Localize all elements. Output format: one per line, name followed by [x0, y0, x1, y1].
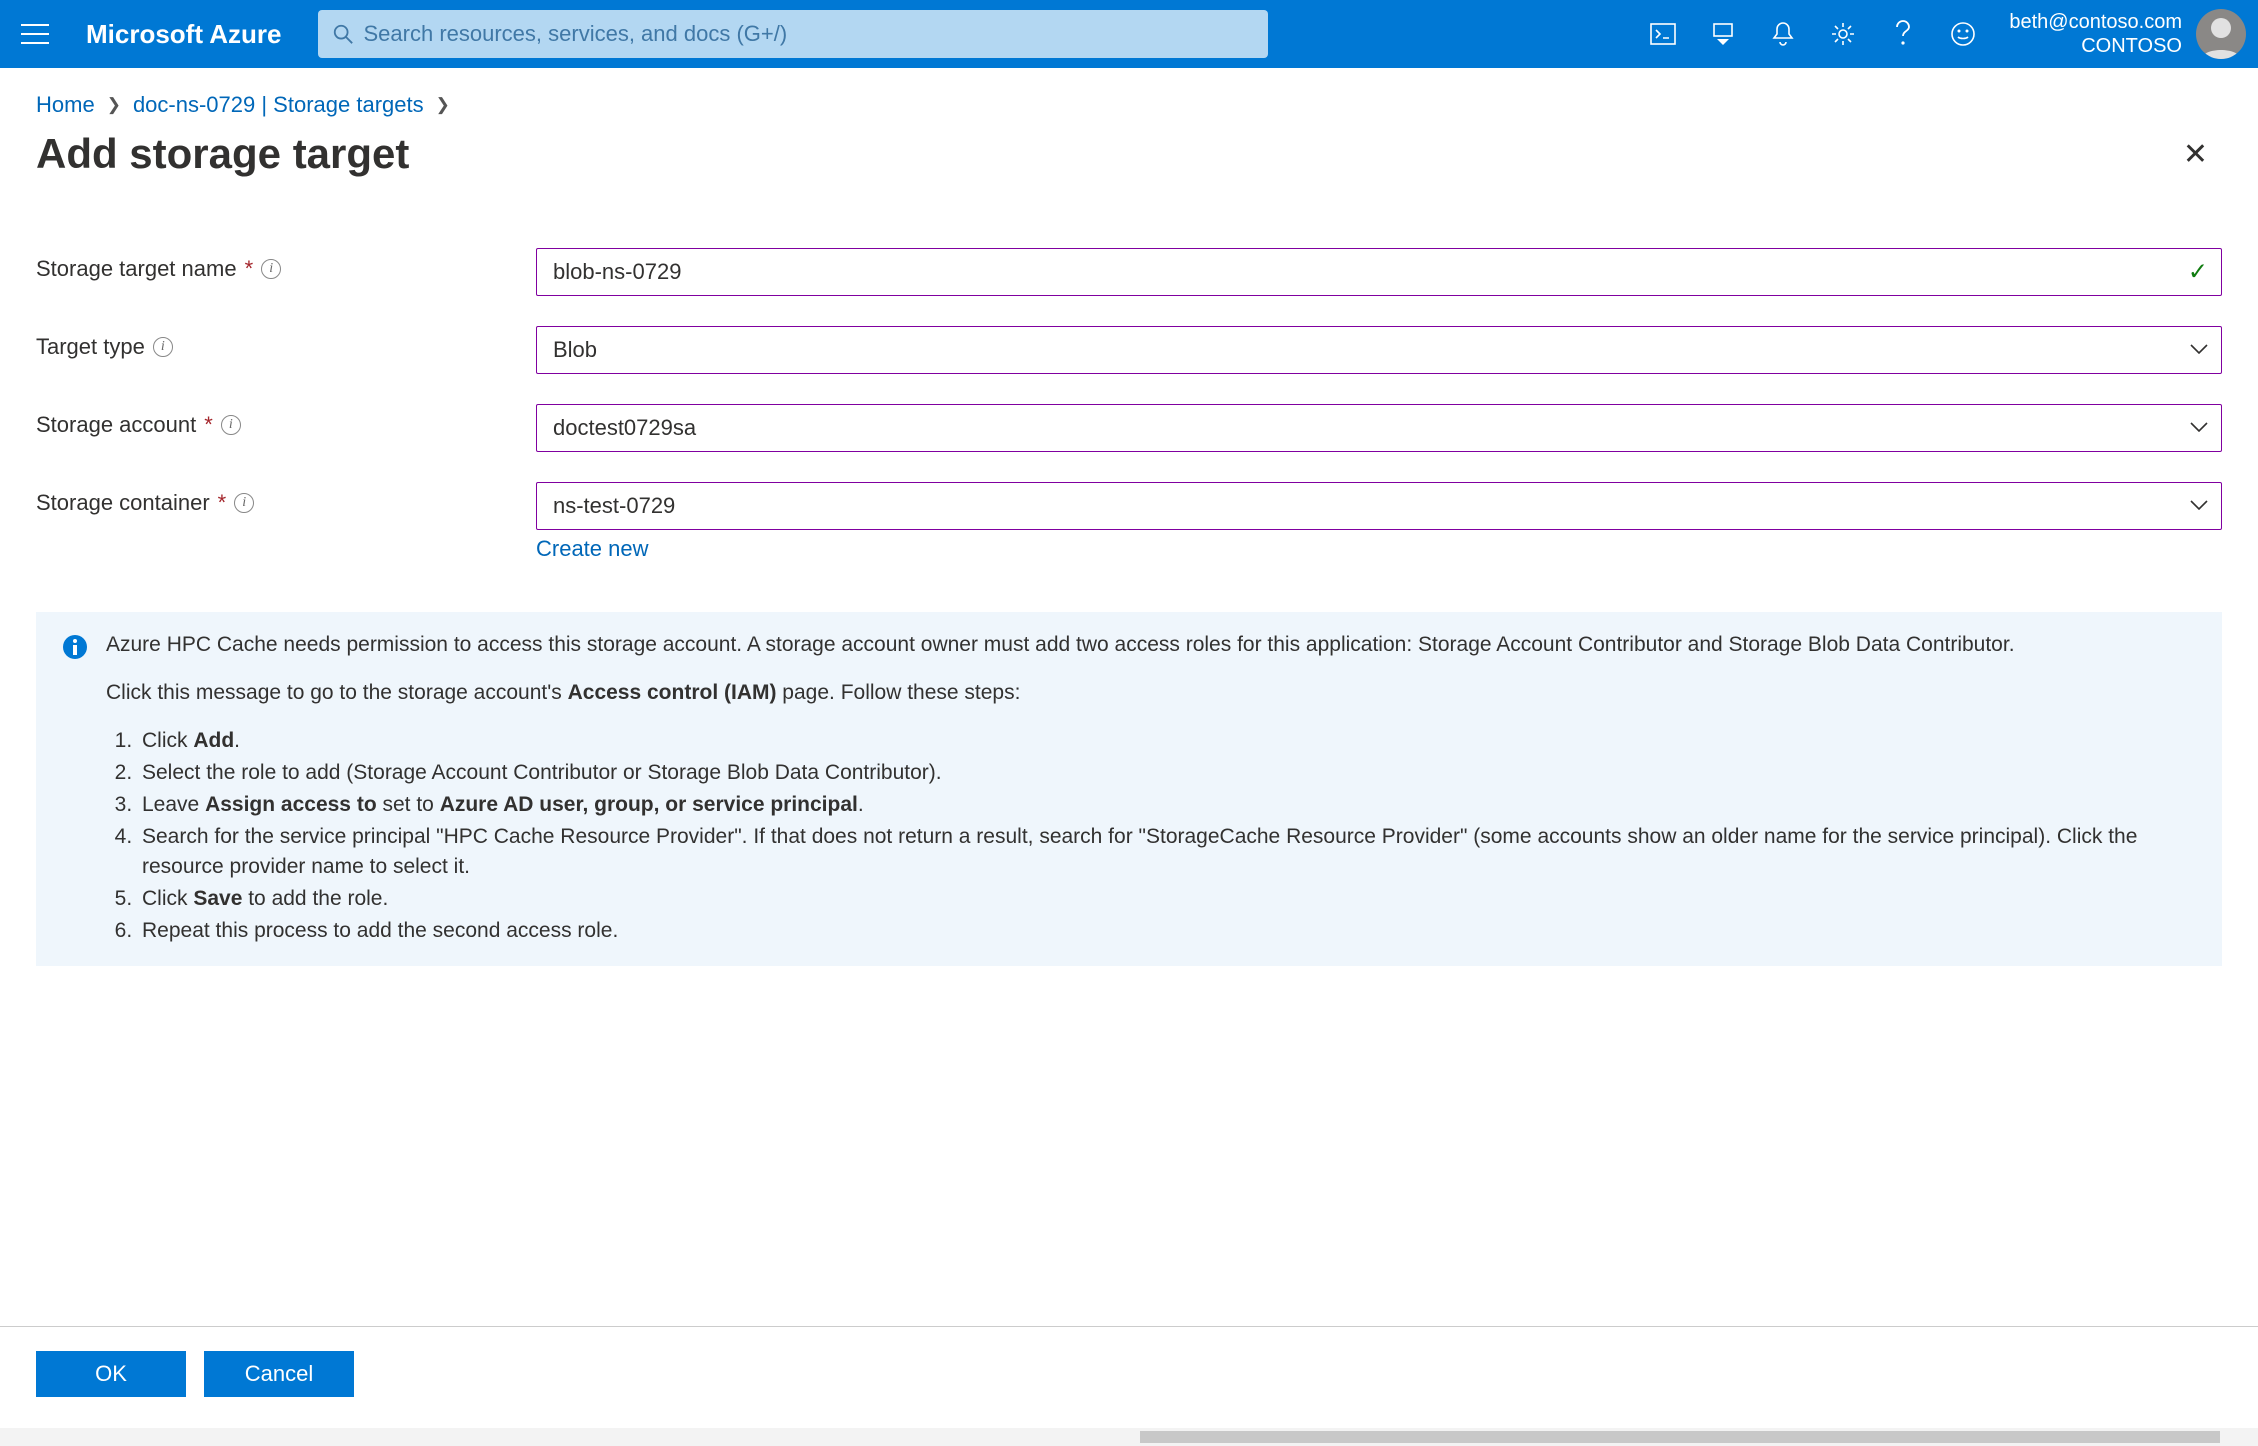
info-icon[interactable]: i — [153, 337, 173, 357]
info-para-2: Click this message to go to the storage … — [106, 678, 2196, 708]
check-icon: ✓ — [2188, 258, 2208, 287]
feedback-icon[interactable] — [1943, 14, 1983, 54]
required-mark: * — [218, 490, 227, 516]
brand-label[interactable]: Microsoft Azure — [86, 19, 282, 50]
target-type-dropdown[interactable]: Blob — [536, 326, 2222, 374]
account-text: beth@contoso.com CONTOSO — [2009, 10, 2182, 58]
page-title: Add storage target — [36, 130, 409, 178]
scroll-thumb[interactable] — [1140, 1431, 2220, 1443]
info-para-1: Azure HPC Cache needs permission to acce… — [106, 630, 2196, 660]
chevron-down-icon — [2190, 341, 2208, 359]
info-step: Select the role to add (Storage Account … — [138, 758, 2196, 788]
info-panel[interactable]: Azure HPC Cache needs permission to acce… — [36, 612, 2222, 966]
search-input[interactable] — [364, 21, 1254, 47]
directory-filter-icon[interactable] — [1703, 14, 1743, 54]
storage-target-name-label: Storage target name — [36, 256, 237, 282]
footer: OK Cancel — [0, 1326, 2258, 1426]
required-mark: * — [245, 256, 254, 282]
top-icons — [1643, 14, 1983, 54]
account-email: beth@contoso.com — [2009, 10, 2182, 34]
breadcrumb: Home ❯ doc-ns-0729 | Storage targets ❯ — [36, 92, 2222, 118]
info-step: Leave Assign access to set to Azure AD u… — [138, 790, 2196, 820]
global-search[interactable] — [318, 10, 1268, 58]
storage-target-name-input[interactable] — [536, 248, 2222, 296]
account-org: CONTOSO — [2009, 34, 2182, 58]
cancel-button[interactable]: Cancel — [204, 1351, 354, 1397]
info-steps: Click Add. Select the role to add (Stora… — [106, 726, 2196, 946]
ok-button[interactable]: OK — [36, 1351, 186, 1397]
info-icon[interactable]: i — [234, 493, 254, 513]
storage-container-dropdown[interactable]: ns-test-0729 — [536, 482, 2222, 530]
close-icon[interactable]: ✕ — [2169, 131, 2222, 178]
hamburger-menu-icon[interactable] — [12, 11, 58, 57]
breadcrumb-item[interactable]: doc-ns-0729 | Storage targets — [133, 92, 424, 118]
info-step: Repeat this process to add the second ac… — [138, 916, 2196, 946]
help-icon[interactable] — [1883, 14, 1923, 54]
target-type-label: Target type — [36, 334, 145, 360]
chevron-down-icon — [2190, 497, 2208, 515]
info-step: Click Save to add the role. — [138, 884, 2196, 914]
info-icon — [62, 634, 88, 948]
avatar[interactable] — [2196, 9, 2246, 59]
search-icon — [332, 23, 354, 45]
account-area[interactable]: beth@contoso.com CONTOSO — [2009, 9, 2246, 59]
horizontal-scrollbar[interactable] — [0, 1428, 2258, 1446]
settings-icon[interactable] — [1823, 14, 1863, 54]
breadcrumb-home[interactable]: Home — [36, 92, 95, 118]
info-step: Search for the service principal "HPC Ca… — [138, 822, 2196, 882]
info-step: Click Add. — [138, 726, 2196, 756]
chevron-right-icon: ❯ — [436, 95, 450, 115]
storage-account-label: Storage account — [36, 412, 196, 438]
required-mark: * — [204, 412, 213, 438]
create-new-link[interactable]: Create new — [536, 536, 2222, 562]
chevron-right-icon: ❯ — [107, 95, 121, 115]
cloud-shell-icon[interactable] — [1643, 14, 1683, 54]
info-icon[interactable]: i — [261, 259, 281, 279]
chevron-down-icon — [2190, 419, 2208, 437]
info-icon[interactable]: i — [221, 415, 241, 435]
notifications-icon[interactable] — [1763, 14, 1803, 54]
content-area: Home ❯ doc-ns-0729 | Storage targets ❯ A… — [0, 68, 2258, 1306]
top-bar: Microsoft Azure beth@contoso.com CONTOSO — [0, 0, 2258, 68]
storage-container-label: Storage container — [36, 490, 210, 516]
info-panel-body: Azure HPC Cache needs permission to acce… — [106, 630, 2196, 948]
form: Storage target name * i ✓ Target type i … — [36, 248, 2222, 562]
storage-account-dropdown[interactable]: doctest0729sa — [536, 404, 2222, 452]
